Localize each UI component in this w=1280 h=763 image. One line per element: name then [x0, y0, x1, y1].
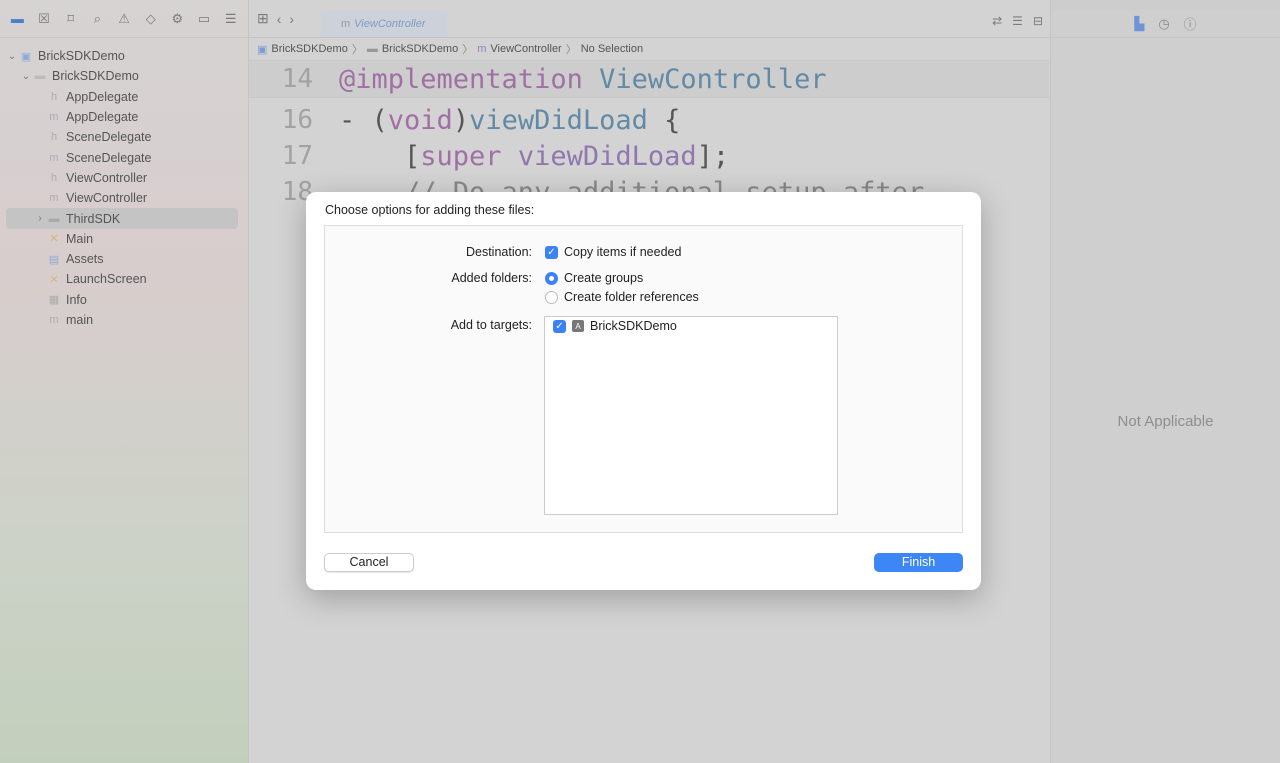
added-folders-label: Added folders: — [451, 271, 532, 285]
breadcrumb-item[interactable]: ViewController — [490, 43, 561, 55]
app-target-icon: A — [572, 320, 584, 332]
app-project-icon: ▣ — [20, 50, 32, 63]
chevron-right-icon[interactable]: › — [34, 213, 46, 224]
folder-icon: ▬ — [34, 70, 46, 83]
related-items-icon[interactable]: ⇄ — [992, 14, 1002, 28]
create-groups-radio[interactable]: Create groups — [545, 271, 643, 285]
implementation-file-icon: m — [49, 192, 59, 205]
implementation-file-icon: m — [49, 111, 59, 124]
checkmark-icon[interactable]: ✓ — [545, 245, 558, 259]
help-icon[interactable]: ⓘ — [1184, 14, 1197, 33]
implementation-file-icon: m — [49, 314, 59, 326]
breadcrumb-item[interactable]: No Selection — [581, 43, 643, 55]
tree-item-file[interactable]: h ViewController — [0, 168, 248, 188]
project-navigator: ▬ ☒ ⌑ ⌕ ⚠ ◇ ⚙ ▭ ☰ ⌄ ▣ BrickSDKDemo ⌄ ▬ Brick… — [0, 0, 249, 763]
file-tree: ⌄ ▣ BrickSDKDemo ⌄ ▬ BrickSDKDemo h AppDelega… — [0, 38, 248, 330]
folder-icon: ▬ — [366, 43, 378, 55]
implementation-file-icon: m — [49, 151, 59, 164]
radio-unselected-icon[interactable] — [545, 290, 558, 304]
breadcrumb: ▣ BrickSDKDemo 〉 ▬ BrickSDKDemo 〉 m ViewContr… — [257, 43, 644, 56]
code-line: 17 [super viewDidLoad]; — [281, 140, 730, 172]
source-control-icon[interactable]: ☒ — [31, 11, 58, 27]
forward-icon[interactable]: › — [289, 11, 294, 27]
tree-item-file[interactable]: m main — [0, 310, 248, 330]
header-file-icon: h — [50, 131, 58, 144]
not-applicable-text: Not Applicable — [1117, 413, 1214, 430]
tree-item-file[interactable]: m AppDelegate — [0, 107, 248, 127]
header-file-icon: h — [50, 171, 58, 184]
add-editor-icon[interactable]: ⊟ — [1033, 14, 1043, 28]
code-area[interactable]: 14 @implementation ViewController 16- (vo… — [249, 60, 1049, 210]
history-icon[interactable]: ◷ — [1158, 16, 1169, 32]
tree-item-thirdsdk[interactable]: › ▬ ThirdSDK — [6, 208, 238, 229]
app-project-icon: ▣ — [257, 43, 268, 56]
dialog-title: Choose options for adding these files: — [325, 203, 535, 217]
report-icon[interactable]: ☰ — [217, 11, 244, 27]
storyboard-icon: ✕ — [49, 233, 59, 246]
add-files-dialog: Choose options for adding these files: D… — [306, 192, 981, 590]
breadcrumb-item[interactable]: BrickSDKDemo — [382, 43, 458, 55]
options-panel: Destination: ✓ Copy items if needed Added… — [324, 225, 963, 533]
back-icon[interactable]: ‹ — [277, 11, 282, 27]
tab-viewcontroller[interactable]: m ViewController — [321, 11, 447, 37]
tree-item-file[interactable]: ▤ Assets — [0, 249, 248, 269]
destination-label: Destination: — [465, 245, 532, 259]
editor-options-icon[interactable]: ☰ — [1012, 14, 1023, 28]
breadcrumb-item[interactable]: BrickSDKDemo — [271, 43, 347, 55]
tree-item-group[interactable]: ⌄ ▬ BrickSDKDemo — [0, 66, 248, 86]
tree-item-file[interactable]: ▦ Info — [0, 290, 248, 310]
grid-icon[interactable]: ⊞ — [257, 10, 269, 27]
checkmark-icon[interactable]: ✓ — [553, 319, 566, 333]
tree-item-file[interactable]: h AppDelegate — [0, 87, 248, 107]
implementation-file-icon: m — [477, 43, 487, 55]
tree-item-file[interactable]: ✕ Main — [0, 229, 248, 249]
create-folder-references-radio[interactable]: Create folder references — [545, 290, 699, 304]
editor-tab-bar: ⊞ ‹ › m ViewController ⇄ ☰ ⊟ — [249, 0, 1049, 38]
targets-label: Add to targets: — [450, 318, 532, 332]
storyboard-icon: ✕ — [49, 273, 59, 286]
finish-button[interactable]: Finish — [874, 553, 963, 572]
test-icon[interactable]: ◇ — [137, 11, 164, 27]
targets-list: ✓ A BrickSDKDemo — [544, 316, 838, 515]
chevron-down-icon[interactable]: ⌄ — [20, 71, 32, 82]
bookmark-icon[interactable]: ⌑ — [57, 11, 84, 27]
file-inspector-icon[interactable]: ▙ — [1134, 16, 1144, 32]
code-line: 14 @implementation ViewController — [249, 60, 1049, 98]
code-line: 16- (void) viewDidLoad { — [281, 104, 681, 136]
navigator-toolbar: ▬ ☒ ⌑ ⌕ ⚠ ◇ ⚙ ▭ ☰ — [0, 0, 248, 38]
folder-icon: ▬ — [48, 212, 60, 225]
warning-icon[interactable]: ⚠ — [111, 11, 138, 27]
tree-item-file[interactable]: ✕ LaunchScreen — [0, 269, 248, 289]
breakpoint-icon[interactable]: ▭ — [191, 11, 218, 27]
copy-items-checkbox[interactable]: ✓ Copy items if needed — [545, 245, 681, 259]
tree-item-file[interactable]: m SceneDelegate — [0, 147, 248, 167]
assets-icon: ▤ — [48, 253, 60, 266]
cancel-button[interactable]: Cancel — [324, 553, 414, 572]
header-file-icon: h — [50, 90, 58, 103]
debug-icon[interactable]: ⚙ — [164, 11, 191, 27]
folder-icon[interactable]: ▬ — [4, 11, 31, 26]
plist-icon: ▦ — [48, 294, 60, 307]
radio-selected-icon[interactable] — [545, 271, 558, 285]
search-icon[interactable]: ⌕ — [84, 11, 111, 27]
inspector-panel: ▙ ◷ ⓘ Not Applicable — [1050, 0, 1280, 763]
target-row[interactable]: ✓ A BrickSDKDemo — [545, 317, 837, 333]
tree-item-file[interactable]: h SceneDelegate — [0, 127, 248, 147]
chevron-down-icon[interactable]: ⌄ — [6, 51, 18, 62]
tree-item-project[interactable]: ⌄ ▣ BrickSDKDemo — [0, 46, 248, 66]
tree-item-file[interactable]: m ViewController — [0, 188, 248, 208]
